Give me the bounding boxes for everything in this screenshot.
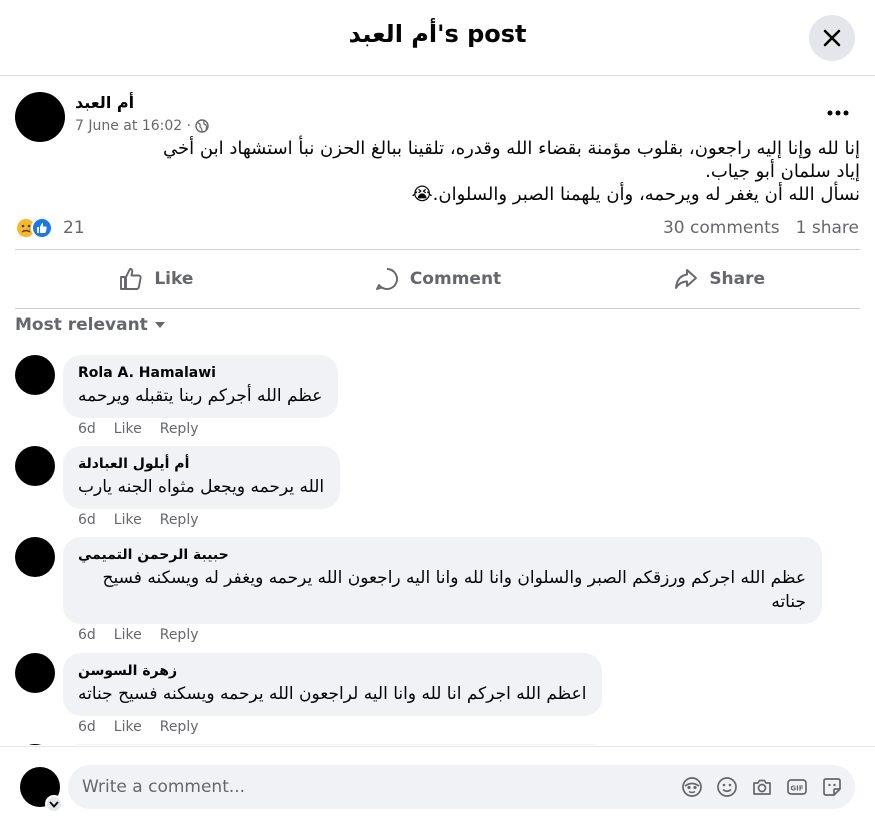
gif-icon: GIF [787, 779, 807, 795]
chevron-down-icon [49, 800, 59, 808]
comment-reply-link[interactable]: Reply [160, 421, 199, 437]
comment-sort-dropdown[interactable]: Most relevant [15, 315, 166, 335]
share-button[interactable]: Share [578, 250, 860, 308]
comment-like-link[interactable]: Like [114, 627, 142, 643]
post-author-avatar[interactable] [15, 92, 65, 142]
svg-text:GIF: GIF [790, 785, 803, 793]
comment-bubble: زهرة السوسن اعظم الله اجركم انا لله وانا… [63, 653, 603, 716]
comments-count[interactable]: 30 comments [663, 218, 780, 238]
like-button[interactable]: Like [15, 250, 297, 308]
avatar-sticker-icon [682, 777, 702, 797]
comment-like-link[interactable]: Like [114, 719, 142, 735]
post-timestamp[interactable]: 7 June at 16:02 · [75, 118, 191, 134]
post-scroll-area[interactable]: أم العبد 7 June at 16:02 · إنا لله وإنا … [0, 77, 875, 745]
post-text-line-1: إنا لله وإنا إليه راجعون، بقلوب مؤمنة بق… [163, 138, 860, 159]
more-options-button[interactable] [820, 99, 856, 127]
commenter-avatar[interactable] [15, 653, 55, 693]
composer-toolbar: GIF [680, 775, 844, 799]
close-icon [823, 29, 841, 47]
post-action-bar: Like Comment Share [15, 249, 860, 309]
commenter-avatar[interactable] [15, 446, 55, 486]
sticker-button[interactable] [820, 775, 844, 799]
comment-actions: 6d Like Reply [78, 627, 199, 643]
commenter-name[interactable]: زهرة السوسن [78, 663, 586, 679]
reaction-count: 21 [63, 218, 85, 238]
comment-time[interactable]: 6d [78, 627, 96, 643]
comment-bubble-icon [375, 268, 398, 290]
camera-icon [753, 779, 771, 795]
caret-down-icon [154, 322, 165, 328]
profile-switcher-button[interactable] [45, 795, 63, 813]
comment-text: عظم الله أجركم ربنا يتقبله ويرحمه [78, 386, 323, 406]
post-text-line-2: إياد سلمان أبو جياب. [705, 161, 860, 182]
post-author-name[interactable]: أم العبد [75, 93, 134, 112]
like-reaction-icon [31, 217, 53, 239]
comment-reply-link[interactable]: Reply [160, 627, 199, 643]
emoji-smile-icon [717, 777, 737, 797]
commenter-name[interactable]: أم أيلول العبادلة [78, 456, 324, 472]
commenter-name[interactable]: حبيبة الرحمن التميمي [78, 547, 806, 563]
close-button[interactable] [809, 15, 855, 61]
commenter-avatar[interactable] [15, 537, 55, 577]
thumbs-up-icon [120, 268, 142, 290]
post-text-line-3: نسأل الله أن يغفر له ويرحمه، وأن يلهمنا … [411, 184, 860, 205]
share-button-label: Share [709, 269, 766, 289]
comment-actions: 6d Like Reply [78, 719, 199, 735]
engagement-stats: 30 comments 1 share [663, 218, 859, 238]
commenter-avatar[interactable] [15, 355, 55, 395]
shares-count[interactable]: 1 share [796, 218, 859, 238]
comment-text-line-1: عظم الله اجركم ورزقكم الصبر والسلوان وان… [102, 568, 806, 588]
post-meta: 7 June at 16:02 · [75, 118, 209, 134]
comment-bubble [63, 744, 608, 745]
sort-label: Most relevant [15, 315, 148, 335]
comment-actions: 6d Like Reply [78, 421, 199, 437]
comment-time[interactable]: 6d [78, 512, 96, 528]
comment-actions: 6d Like Reply [78, 512, 199, 528]
photo-button[interactable] [750, 775, 774, 799]
like-button-label: Like [154, 269, 194, 289]
more-dots-icon [827, 110, 849, 116]
comment-reply-link[interactable]: Reply [160, 512, 199, 528]
comment-like-link[interactable]: Like [114, 512, 142, 528]
comment-text: الله يرحمه ويجعل مثواه الجنه يارب [78, 477, 325, 497]
emoji-button[interactable] [715, 775, 739, 799]
comment-composer: GIF [0, 746, 875, 832]
dialog-header: أم العبد's post [0, 0, 875, 76]
comment-button[interactable]: Comment [297, 250, 579, 308]
globe-icon [195, 119, 209, 133]
comment-reply-link[interactable]: Reply [160, 719, 199, 735]
commenter-avatar[interactable] [15, 744, 55, 745]
share-arrow-icon [675, 269, 698, 289]
comment-bubble: أم أيلول العبادلة الله يرحمه ويجعل مثواه… [63, 446, 341, 509]
comment-button-label: Comment [409, 269, 502, 289]
dialog-title: أم العبد's post [348, 20, 527, 48]
sticker-icon [823, 778, 841, 796]
avatar-sticker-button[interactable] [680, 775, 704, 799]
comment-time[interactable]: 6d [78, 421, 96, 437]
comment-like-link[interactable]: Like [114, 421, 142, 437]
comment-text-line-2: جناته [771, 592, 806, 612]
commenter-name[interactable]: Rola A. Hamalawi [78, 365, 322, 381]
comment-time[interactable]: 6d [78, 719, 96, 735]
comment-bubble: حبيبة الرحمن التميمي عظم الله اجركم ورزق… [63, 537, 822, 624]
gif-button[interactable]: GIF [785, 775, 809, 799]
comment-text: اعظم الله اجركم انا لله وانا اليه لراجعو… [78, 684, 587, 704]
reactions-summary[interactable]: 21 [15, 217, 85, 239]
comment-bubble: Rola A. Hamalawi عظم الله أجركم ربنا يتق… [63, 355, 339, 418]
